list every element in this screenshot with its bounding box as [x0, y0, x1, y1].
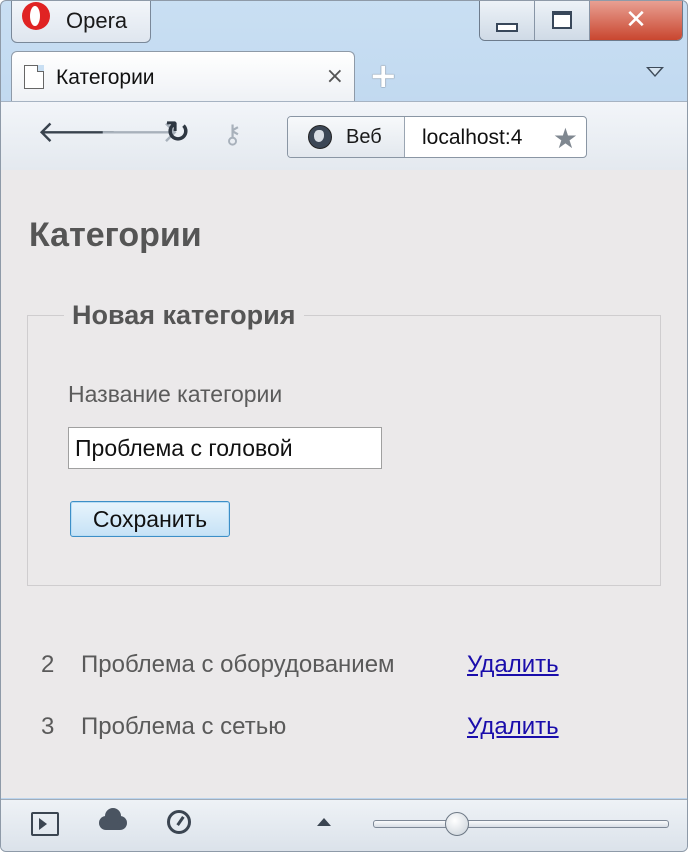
- save-button[interactable]: Сохранить: [70, 501, 230, 537]
- close-icon: ✕: [625, 5, 647, 35]
- bookmark-star-icon[interactable]: ★: [553, 122, 578, 155]
- browser-window: Opera ✕ Категории × + 🡐 🡒 ↻ ⚷ Веб localh…: [0, 0, 688, 852]
- status-bar: [1, 799, 687, 851]
- close-window-button[interactable]: ✕: [590, 1, 682, 40]
- page-title: Категории: [29, 216, 202, 254]
- address-bar[interactable]: Веб localhost:4 ★: [287, 116, 587, 158]
- page-icon: [24, 65, 44, 89]
- maximize-button[interactable]: [535, 1, 590, 40]
- tab-categories[interactable]: Категории ×: [11, 51, 355, 102]
- window-controls: ✕: [479, 1, 683, 41]
- category-name-label: Название категории: [68, 381, 283, 407]
- category-id: 3: [41, 713, 55, 740]
- app-name: Opera: [66, 8, 128, 33]
- category-name-input[interactable]: [68, 427, 382, 469]
- opera-menu-button[interactable]: Opera: [11, 1, 151, 43]
- minimize-button[interactable]: [480, 1, 535, 40]
- view-menu-arrow-icon[interactable]: [317, 818, 331, 826]
- tab-close-icon[interactable]: ×: [326, 64, 344, 89]
- opera-unite-cloud-icon[interactable]: [99, 808, 127, 830]
- delete-link[interactable]: Удалить: [467, 713, 559, 741]
- category-name: Проблема с оборудованием: [81, 651, 395, 678]
- delete-link[interactable]: Удалить: [467, 651, 559, 679]
- web-search-mode[interactable]: Веб: [288, 117, 405, 157]
- minimize-icon: [496, 22, 518, 32]
- opera-logo-icon: [22, 2, 50, 30]
- new-tab-button[interactable]: +: [369, 59, 398, 93]
- fieldset-legend: Новая категория: [72, 300, 296, 330]
- zoom-slider[interactable]: [373, 812, 669, 836]
- key-icon[interactable]: ⚷: [223, 120, 242, 150]
- tab-menu-chevron-icon[interactable]: [646, 67, 664, 77]
- category-id: 2: [41, 651, 55, 678]
- new-category-fieldset: Новая категория Название категории Сохра…: [27, 300, 661, 586]
- zoom-slider-thumb[interactable]: [445, 812, 470, 836]
- panel-toggle-icon[interactable]: [31, 812, 59, 836]
- globe-icon: [308, 125, 332, 149]
- page-content: Категории Новая категория Название катег…: [1, 170, 687, 798]
- web-mode-label: Веб: [346, 126, 382, 148]
- navigation-toolbar: 🡐 🡒 ↻ ⚷ Веб localhost:4 ★: [1, 101, 687, 171]
- turbo-speedometer-icon[interactable]: [167, 810, 191, 834]
- reload-icon[interactable]: ↻: [165, 118, 190, 148]
- tab-title: Категории: [56, 66, 155, 89]
- category-name: Проблема с сетью: [81, 713, 287, 740]
- url-text[interactable]: localhost:4: [422, 126, 522, 150]
- maximize-icon: [552, 11, 572, 29]
